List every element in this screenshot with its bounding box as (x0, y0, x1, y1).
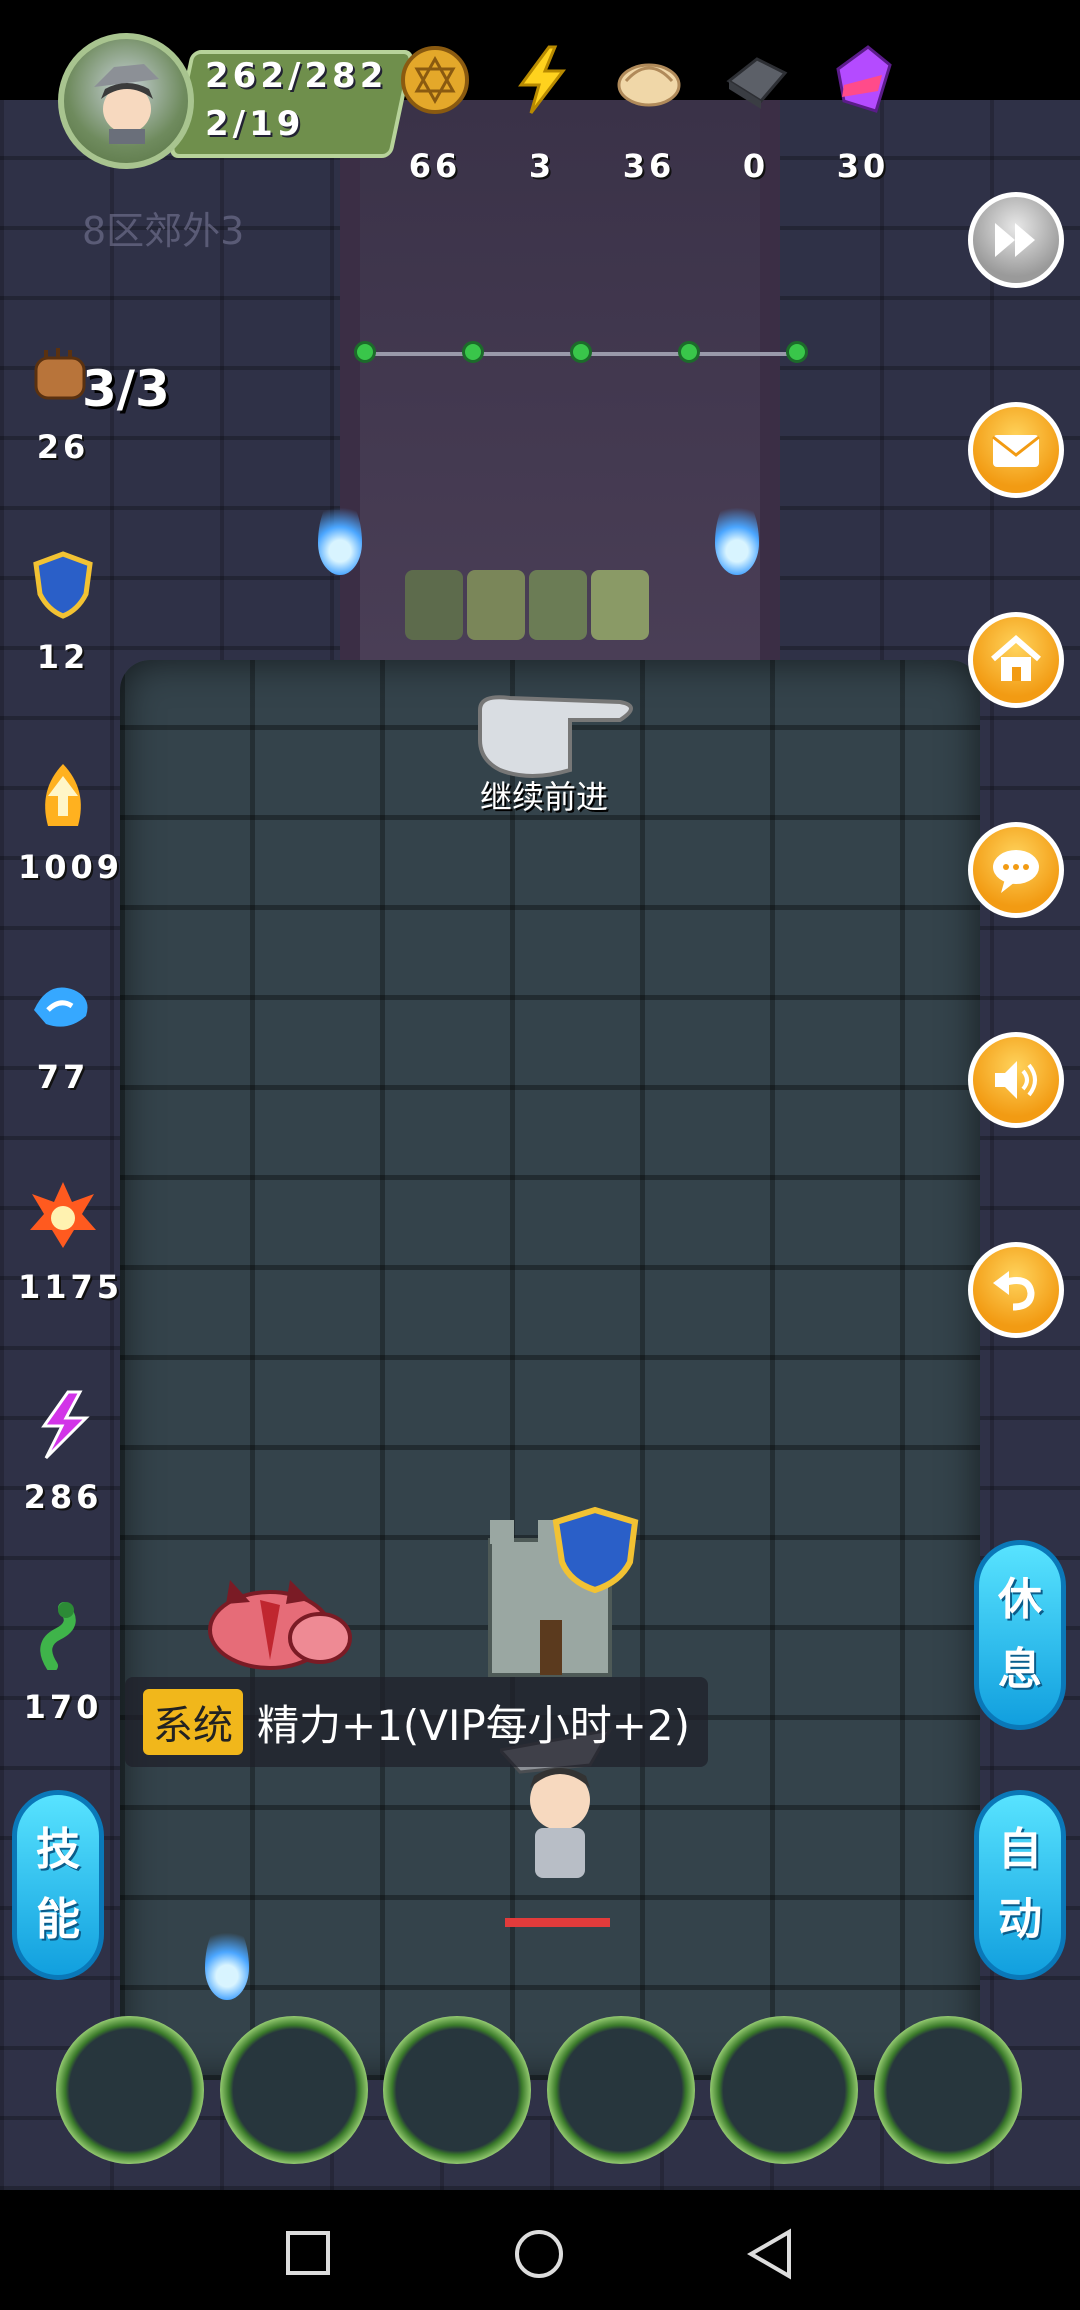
undo-button[interactable] (968, 1242, 1064, 1338)
crystal-value: 30 (836, 147, 890, 185)
back-triangle-icon[interactable] (745, 2228, 795, 2280)
water-wave-icon (34, 987, 88, 1027)
exit-stones (405, 570, 675, 650)
floor-progress: 2/19 (205, 104, 305, 144)
skill-slot[interactable] (710, 2016, 858, 2164)
home-circle-icon[interactable] (513, 2228, 565, 2280)
auto-label-2: 动 (998, 1894, 1042, 1945)
skill-label-2: 能 (36, 1894, 80, 1945)
home-icon (991, 635, 1041, 681)
rest-button[interactable]: 休 息 (974, 1540, 1066, 1730)
stat-fire-burst: 1175 (18, 1180, 124, 1306)
resource-ore: 0 (711, 45, 801, 185)
stat-lightning: 286 (18, 1390, 108, 1516)
rest-label-2: 息 (998, 1644, 1042, 1695)
lightning-energy-icon (518, 45, 567, 114)
stage-dot (462, 341, 484, 363)
home-button[interactable] (968, 612, 1064, 708)
resource-food: 36 (604, 45, 694, 185)
lightning-crack-icon (41, 1390, 90, 1460)
dumpling-food-icon (617, 63, 681, 107)
purple-crystal-icon (836, 45, 892, 113)
mail-button[interactable] (968, 402, 1064, 498)
stage-dot (678, 341, 700, 363)
ore-value: 0 (742, 147, 770, 185)
mail-icon (992, 435, 1040, 467)
continue-hint: 继续前进 (480, 778, 609, 816)
shield-defense-icon (33, 551, 93, 619)
fast-forward-button[interactable] (968, 192, 1064, 288)
stat-attack: 26 (18, 340, 108, 466)
system-tag: 系统 (143, 1689, 243, 1755)
skill-label-1: 技 (36, 1824, 80, 1875)
stat-fire-arrow: 1009 (18, 760, 124, 886)
fire-burst-value: 1175 (18, 1268, 124, 1306)
poison-snake-icon (40, 1602, 76, 1672)
sound-button[interactable] (968, 1032, 1064, 1128)
hero-hp-bar (505, 1918, 610, 1927)
hero-portrait-icon (94, 64, 159, 144)
stage-dot (786, 341, 808, 363)
skill-button[interactable]: 技 能 (12, 1790, 104, 1980)
skill-slot[interactable] (547, 2016, 695, 2164)
system-message-text: 精力+1(VIP每小时+2) (257, 1700, 691, 1750)
stat-poison: 170 (18, 1600, 108, 1726)
fire-burst-icon (30, 1182, 96, 1248)
skill-slot[interactable] (383, 2016, 531, 2164)
fist-attack-icon (34, 348, 86, 400)
recents-square-icon[interactable] (283, 2228, 333, 2278)
iron-ore-icon (726, 57, 788, 109)
stage-dot (570, 341, 592, 363)
fast-forward-icon (995, 223, 1035, 257)
resource-crystal: 30 (818, 45, 908, 185)
poison-value: 170 (23, 1688, 103, 1726)
attack-value: 26 (36, 428, 90, 466)
fire-arrow-icon (45, 764, 81, 826)
boar-enemy-icon[interactable] (200, 1560, 360, 1680)
stat-water: 77 (18, 970, 108, 1096)
resource-gold: 66 (390, 45, 480, 185)
system-message: 系统 精力+1(VIP每小时+2) (125, 1677, 709, 1767)
fire-arrow-value: 1009 (18, 848, 124, 886)
lightning-value: 286 (23, 1478, 103, 1516)
location-title: 8区郊外3 (82, 209, 245, 253)
food-value: 36 (622, 147, 676, 185)
skill-slot[interactable] (874, 2016, 1022, 2164)
undo-arrow-icon (993, 1271, 1035, 1311)
stat-defense: 12 (18, 550, 108, 676)
stage-progress-track (354, 341, 808, 363)
castle-tower-icon[interactable] (470, 1490, 650, 1680)
skill-slot[interactable] (56, 2016, 204, 2164)
resource-energy: 3 (497, 45, 587, 185)
auto-label-1: 自 (998, 1824, 1042, 1875)
gold-value: 66 (408, 147, 462, 185)
hp-value: 262/282 (205, 56, 388, 96)
energy-value: 3 (528, 147, 556, 185)
auto-button[interactable]: 自 动 (974, 1790, 1066, 1980)
water-value: 77 (36, 1058, 90, 1096)
skill-slot[interactable] (220, 2016, 368, 2164)
defense-value: 12 (36, 638, 90, 676)
gold-coin-icon (401, 46, 469, 114)
stage-dot (354, 341, 376, 363)
system-nav-bar (0, 2190, 1080, 2310)
rest-label-1: 休 (998, 1574, 1042, 1625)
speaker-icon (995, 1061, 1037, 1099)
player-avatar[interactable] (58, 33, 194, 169)
chat-bubble-icon (993, 850, 1039, 893)
chat-button[interactable] (968, 822, 1064, 918)
